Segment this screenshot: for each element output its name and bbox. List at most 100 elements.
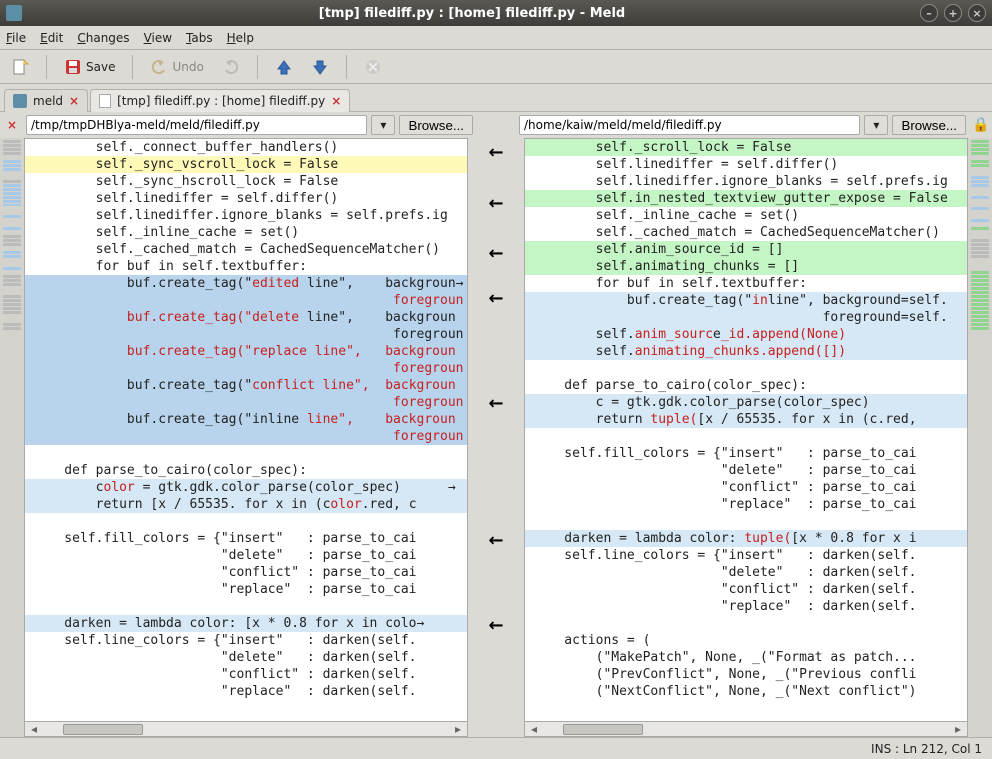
code-line[interactable]: self._connect_buffer_handlers()	[25, 139, 467, 156]
code-line[interactable]	[525, 428, 967, 445]
code-line[interactable]: ("MakePatch", None, _("Format as patch..…	[525, 649, 967, 666]
code-line[interactable]: "conflict" : darken(self.	[25, 666, 467, 683]
code-line[interactable]	[525, 360, 967, 377]
code-line[interactable]: "replace" : parse_to_cai	[525, 496, 967, 513]
merge-arrow-icon[interactable]: ←	[488, 288, 503, 309]
code-line[interactable]: buf.create_tag("replace line", backgroun	[25, 343, 467, 360]
code-line[interactable]: color = gtk.gdk.color_parse(color_spec) …	[25, 479, 467, 496]
merge-arrow-icon[interactable]: ←	[488, 193, 503, 214]
code-line[interactable]: darken = lambda color: tuple([x * 0.8 fo…	[525, 530, 967, 547]
code-line[interactable]: foregroun	[25, 428, 467, 445]
left-path-input[interactable]	[26, 115, 367, 135]
left-browse-button[interactable]: Browse...	[399, 115, 473, 135]
code-line[interactable]	[25, 513, 467, 530]
menu-help[interactable]: Help	[227, 31, 254, 45]
right-overview[interactable]	[968, 138, 992, 737]
code-line[interactable]: "delete" : parse_to_cai	[25, 547, 467, 564]
code-line[interactable]: self.linediffer = self.differ()	[525, 156, 967, 173]
code-line[interactable]: self.linediffer = self.differ()	[25, 190, 467, 207]
code-line[interactable]: ("PrevConflict", None, _("Previous confl…	[525, 666, 967, 683]
menu-changes[interactable]: Changes	[77, 31, 129, 45]
code-line[interactable]: self.line_colors = {"insert" : darken(se…	[25, 632, 467, 649]
code-line[interactable]: foreground=self.	[525, 309, 967, 326]
code-line[interactable]	[25, 598, 467, 615]
right-browse-button[interactable]: Browse...	[892, 115, 966, 135]
code-line[interactable]: "conflict" : darken(self.	[525, 581, 967, 598]
code-line[interactable]: foregroun	[25, 326, 467, 343]
next-diff-button[interactable]	[306, 55, 334, 79]
code-line[interactable]: foregroun	[25, 394, 467, 411]
menu-file[interactable]: File	[6, 31, 26, 45]
code-line[interactable]	[525, 615, 967, 632]
code-line[interactable]: ("NextConflict", None, _("Next conflict"…	[525, 683, 967, 700]
close-pane-icon[interactable]: ×	[4, 118, 20, 132]
code-line[interactable]: self.linediffer.ignore_blanks = self.pre…	[25, 207, 467, 224]
menu-tabs[interactable]: Tabs	[186, 31, 213, 45]
merge-arrow-icon[interactable]: ←	[488, 393, 503, 414]
code-line[interactable]	[525, 513, 967, 530]
code-line[interactable]: c = gtk.gdk.color_parse(color_spec)	[525, 394, 967, 411]
code-line[interactable]: self._cached_match = CachedSequenceMatch…	[25, 241, 467, 258]
merge-arrow-icon[interactable]: ←	[488, 142, 503, 163]
code-line[interactable]: return tuple([x / 65535. for x in (c.red…	[525, 411, 967, 428]
code-line[interactable]: self.anim_source_id.append(None)	[525, 326, 967, 343]
left-overview[interactable]	[0, 138, 24, 737]
left-path-dropdown[interactable]: ▾	[371, 115, 395, 135]
tab-meld[interactable]: meld ×	[4, 89, 88, 112]
right-hscroll[interactable]: ◂ ▸	[525, 721, 967, 736]
code-line[interactable]: self._cached_match = CachedSequenceMatch…	[525, 224, 967, 241]
code-line[interactable]	[25, 445, 467, 462]
merge-arrow-icon[interactable]: ←	[488, 530, 503, 551]
save-button[interactable]: Save	[59, 55, 120, 79]
code-line[interactable]: self._sync_hscroll_lock = False	[25, 173, 467, 190]
code-line[interactable]: self.animating_chunks.append([])	[525, 343, 967, 360]
code-line[interactable]: self._scroll_lock = False	[525, 139, 967, 156]
code-line[interactable]: self.in_nested_textview_gutter_expose = …	[525, 190, 967, 207]
merge-arrow-icon[interactable]: ←	[488, 615, 503, 636]
code-line[interactable]: return [x / 65535. for x in (color.red, …	[25, 496, 467, 513]
code-line[interactable]: "conflict" : parse_to_cai	[25, 564, 467, 581]
code-line[interactable]: "replace" : parse_to_cai	[25, 581, 467, 598]
code-line[interactable]: buf.create_tag("delete line", backgroun	[25, 309, 467, 326]
code-line[interactable]: self._inline_cache = set()	[525, 207, 967, 224]
menu-view[interactable]: View	[144, 31, 172, 45]
close-tab-icon[interactable]: ×	[69, 94, 79, 108]
code-line[interactable]: "delete" : darken(self.	[25, 649, 467, 666]
code-line[interactable]: "replace" : darken(self.	[525, 598, 967, 615]
code-line[interactable]: darken = lambda color: [x * 0.8 for x in…	[25, 615, 467, 632]
right-pane[interactable]: self._scroll_lock = False self.linediffe…	[524, 138, 968, 737]
code-line[interactable]: self.linediffer.ignore_blanks = self.pre…	[525, 173, 967, 190]
code-line[interactable]: buf.create_tag("inline line", backgroun	[25, 411, 467, 428]
lock-icon[interactable]: 🔒	[972, 117, 988, 133]
right-code[interactable]: self._scroll_lock = False self.linediffe…	[525, 139, 967, 721]
code-line[interactable]: "conflict" : parse_to_cai	[525, 479, 967, 496]
code-line[interactable]: self.fill_colors = {"insert" : parse_to_…	[25, 530, 467, 547]
left-hscroll[interactable]: ◂ ▸	[25, 721, 467, 736]
code-line[interactable]: self.animating_chunks = []	[525, 258, 967, 275]
code-line[interactable]: foregroun	[25, 292, 467, 309]
code-line[interactable]: for buf in self.textbuffer:	[25, 258, 467, 275]
code-line[interactable]: self.anim_source_id = []	[525, 241, 967, 258]
code-line[interactable]: for buf in self.textbuffer:	[525, 275, 967, 292]
left-code[interactable]: self._connect_buffer_handlers() self._sy…	[25, 139, 467, 721]
new-button[interactable]	[6, 55, 34, 79]
tab-filediff[interactable]: [tmp] filediff.py : [home] filediff.py ×	[90, 89, 350, 112]
code-line[interactable]: def parse_to_cairo(color_spec):	[25, 462, 467, 479]
minimize-button[interactable]: –	[920, 4, 938, 22]
prev-diff-button[interactable]	[270, 55, 298, 79]
menu-edit[interactable]: Edit	[40, 31, 63, 45]
code-line[interactable]: buf.create_tag("edited line", backgroun→	[25, 275, 467, 292]
code-line[interactable]: "delete" : parse_to_cai	[525, 462, 967, 479]
code-line[interactable]: actions = (	[525, 632, 967, 649]
code-line[interactable]: foregroun	[25, 360, 467, 377]
right-path-dropdown[interactable]: ▾	[864, 115, 888, 135]
code-line[interactable]: buf.create_tag("conflict line", backgrou…	[25, 377, 467, 394]
merge-arrow-icon[interactable]: ←	[488, 243, 503, 264]
right-path-input[interactable]	[519, 115, 860, 135]
code-line[interactable]: "delete" : darken(self.	[525, 564, 967, 581]
close-window-button[interactable]: ×	[968, 4, 986, 22]
code-line[interactable]: "replace" : darken(self.	[25, 683, 467, 700]
code-line[interactable]: self._inline_cache = set()	[25, 224, 467, 241]
code-line[interactable]: self.fill_colors = {"insert" : parse_to_…	[525, 445, 967, 462]
code-line[interactable]: self._sync_vscroll_lock = False	[25, 156, 467, 173]
